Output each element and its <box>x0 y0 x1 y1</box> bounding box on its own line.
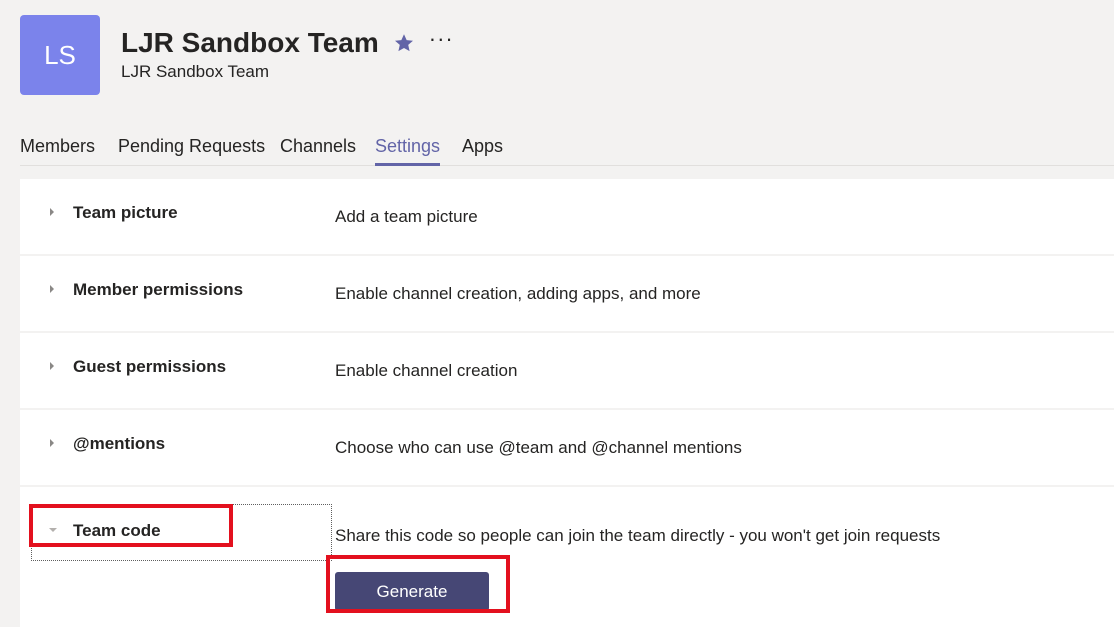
more-options-icon[interactable]: ··· <box>429 28 454 50</box>
setting-label: Member permissions <box>73 280 244 299</box>
star-icon-glyph <box>394 34 413 52</box>
setting-label: Team code <box>73 521 161 540</box>
setting-row-guest-permissions[interactable]: Guest permissions Enable channel creatio… <box>20 333 1114 408</box>
setting-description: Enable channel creation <box>335 361 518 380</box>
setting-label: Guest permissions <box>73 357 227 376</box>
star-icon[interactable] <box>393 32 415 54</box>
team-avatar: LS <box>20 15 100 95</box>
team-title-row: LJR Sandbox Team ··· <box>121 25 454 61</box>
setting-label: Team picture <box>73 203 178 222</box>
team-header: LS LJR Sandbox Team ··· LJR Sandbox Team <box>20 15 454 95</box>
chevron-right-icon <box>50 439 54 447</box>
setting-description: Share this code so people can join the t… <box>335 526 941 545</box>
tab-channels[interactable]: Channels <box>280 136 356 163</box>
team-title-block: LJR Sandbox Team ··· LJR Sandbox Team <box>121 25 454 82</box>
setting-row-mentions[interactable]: @mentions Choose who can use @team and @… <box>20 410 1114 485</box>
chevron-right-icon <box>50 285 54 293</box>
setting-description: Add a team picture <box>335 207 478 226</box>
setting-row-member-permissions[interactable]: Member permissions Enable channel creati… <box>20 256 1114 331</box>
chevron-right-icon <box>50 208 54 216</box>
team-title: LJR Sandbox Team <box>121 27 379 58</box>
chevron-down-icon <box>49 528 57 532</box>
setting-description: Choose who can use @team and @channel me… <box>335 438 742 457</box>
tab-members[interactable]: Members <box>20 136 95 163</box>
team-subtitle: LJR Sandbox Team <box>121 62 270 81</box>
tab-pending-requests[interactable]: Pending Requests <box>118 136 265 163</box>
setting-row-team-code[interactable]: Team code Share this code so people can … <box>20 487 1114 627</box>
tab-settings[interactable]: Settings <box>375 136 441 166</box>
setting-description: Enable channel creation, adding apps, an… <box>335 284 701 303</box>
generate-button[interactable]: Generate <box>335 572 489 611</box>
settings-panel: Team picture Add a team picture Member p… <box>20 179 1114 627</box>
tab-apps[interactable]: Apps <box>462 136 503 163</box>
team-tabs: Members Pending Requests Channels Settin… <box>20 134 1114 166</box>
chevron-right-icon <box>50 362 54 370</box>
setting-label: @mentions <box>73 434 166 453</box>
setting-row-team-picture[interactable]: Team picture Add a team picture <box>20 179 1114 254</box>
